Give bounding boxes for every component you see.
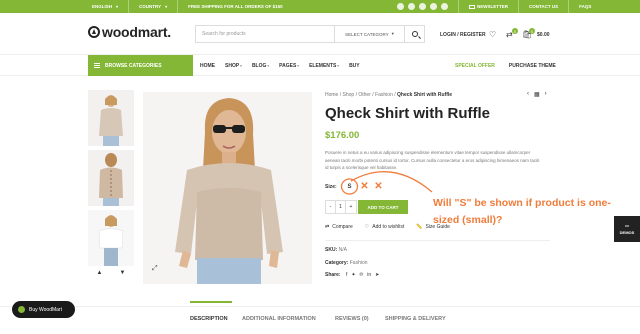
- compare-icon: ⇄: [325, 224, 330, 230]
- quantity-stepper: - 1 +: [325, 200, 357, 214]
- twitter-icon[interactable]: ✦: [351, 272, 355, 278]
- active-tab-indicator: [190, 301, 232, 303]
- annotation-overlay: [340, 171, 433, 195]
- telegram-icon[interactable]: ➤: [375, 272, 379, 278]
- compare-button[interactable]: ⇄ Compare: [325, 224, 353, 230]
- tab-description[interactable]: DESCRIPTION: [190, 316, 228, 322]
- annotation-arrow: [350, 171, 433, 193]
- cart-icon: [18, 306, 25, 313]
- divider: [325, 240, 550, 241]
- tab-shipping-delivery[interactable]: SHIPPING & DELIVERY: [385, 316, 446, 322]
- annotation-text: Will "S" be shown if product is one-size…: [433, 197, 611, 226]
- qty-input[interactable]: 1: [336, 201, 346, 213]
- demos-button[interactable]: ▭ DEMOS: [614, 216, 640, 242]
- ruler-icon: 📏: [416, 224, 423, 230]
- add-to-cart-button[interactable]: ADD TO CART: [358, 200, 408, 214]
- monitor-icon: ▭: [625, 223, 629, 228]
- add-to-wishlist-button[interactable]: ♡ Add to wishlist: [365, 224, 404, 230]
- product-tabs: DESCRIPTION ADDITIONAL INFORMATION REVIE…: [0, 306, 640, 334]
- product-actions: ⇄ Compare ♡ Add to wishlist 📏 Size Guide: [325, 224, 450, 230]
- buy-woodmart-button[interactable]: Buy WoodMart: [12, 301, 75, 318]
- heart-icon: ♡: [364, 224, 370, 230]
- category-row: Category: Fashion: [325, 260, 368, 266]
- linkedin-icon[interactable]: in: [367, 272, 371, 278]
- size-highlight-circle: [340, 178, 359, 195]
- tab-reviews[interactable]: REVIEWS (0): [335, 316, 369, 322]
- qty-minus-button[interactable]: -: [326, 201, 336, 213]
- share-row: Share: f ✦ ℗ in ➤: [325, 272, 380, 278]
- sku-row: SKU: N/A: [325, 247, 347, 253]
- facebook-icon[interactable]: f: [346, 272, 347, 278]
- category-link[interactable]: Fashion: [350, 260, 368, 266]
- qty-plus-button[interactable]: +: [346, 201, 356, 213]
- tab-additional-information[interactable]: ADDITIONAL INFORMATION: [242, 316, 316, 322]
- pinterest-icon[interactable]: ℗: [360, 272, 364, 278]
